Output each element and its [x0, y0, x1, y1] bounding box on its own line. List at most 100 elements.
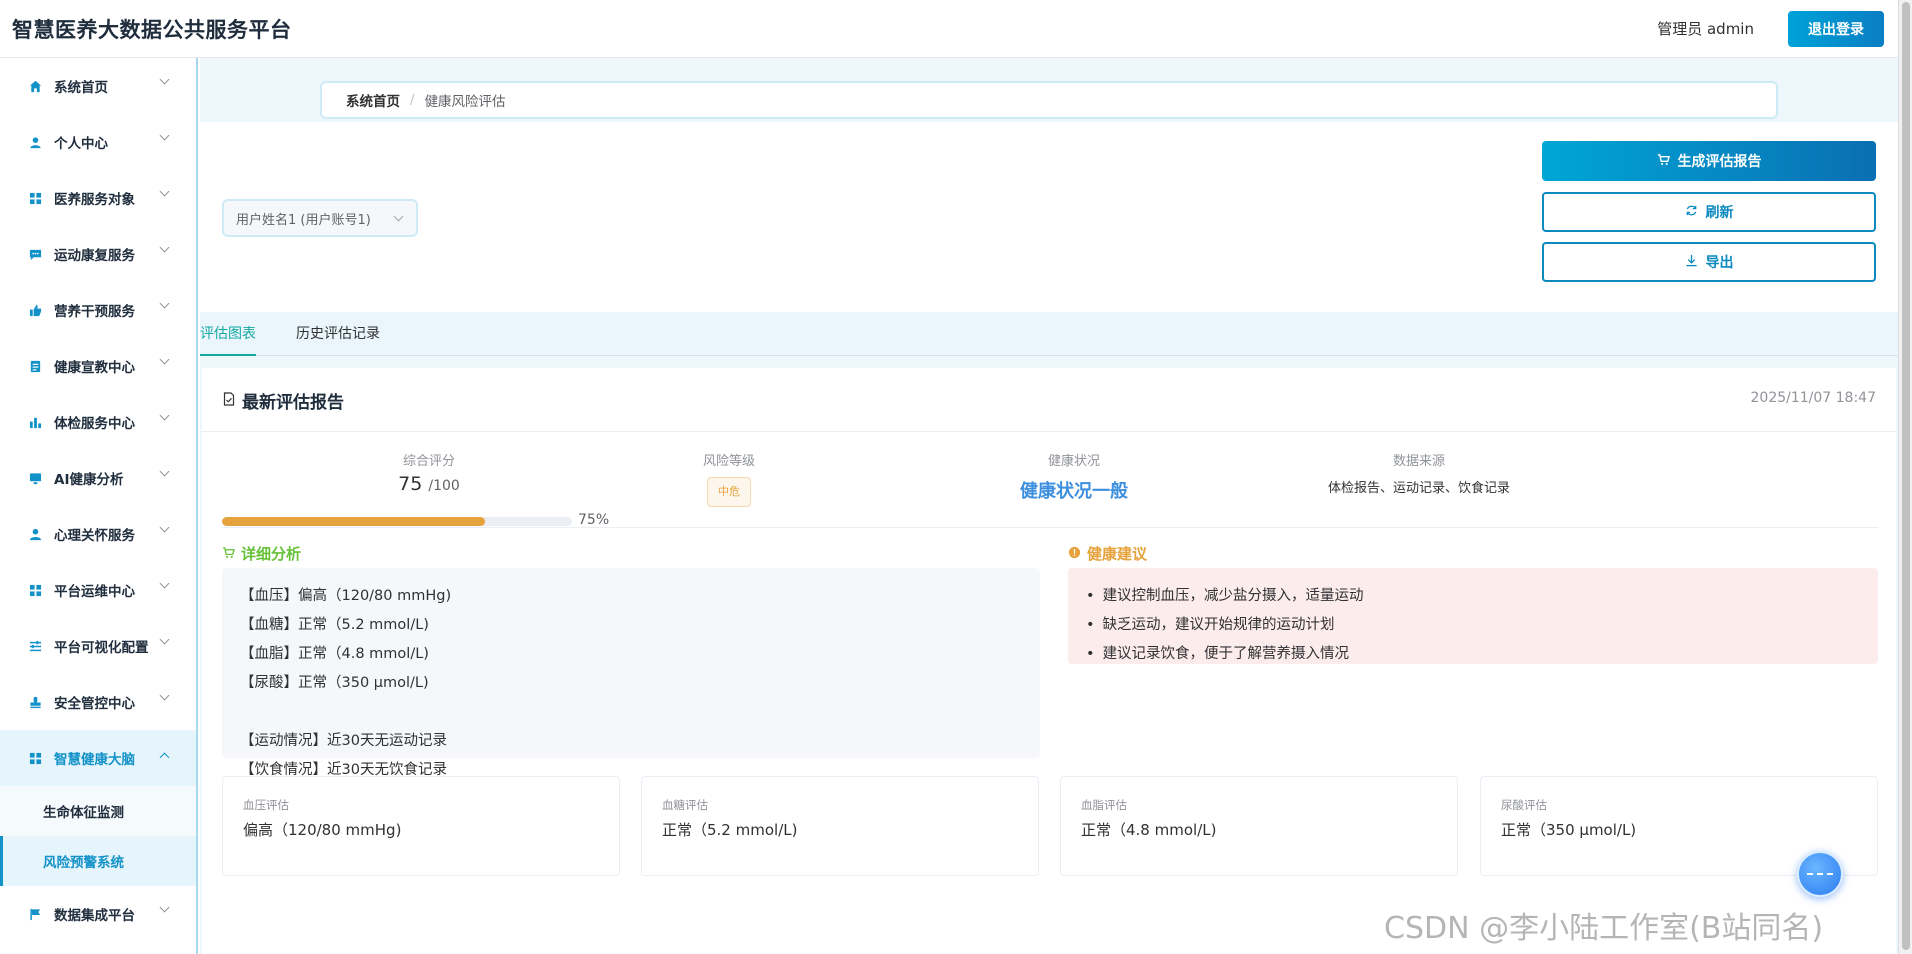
refresh-icon: [1685, 204, 1698, 221]
breadcrumb: 系统首页 / 健康风险评估: [320, 81, 1778, 119]
report-header: 最新评估报告 2025/11/07 18:47: [202, 368, 1896, 432]
sidebar-item-label: 安全管控中心: [54, 696, 135, 712]
logout-button[interactable]: 退出登录: [1788, 10, 1884, 47]
sidebar-item-mental-care[interactable]: 心理关怀服务: [0, 506, 196, 562]
eval-label: 血糖评估: [662, 798, 708, 812]
current-user: 管理员 admin: [1657, 20, 1754, 38]
sidebar-item-data-integration[interactable]: 数据集成平台: [0, 886, 196, 942]
analysis-box: 【血压】偏高（120/80 mmHg) 【血糖】正常（5.2 mmol/L) 【…: [222, 568, 1040, 778]
chevron-up-icon: [159, 752, 170, 763]
user-icon: [28, 135, 42, 149]
grid-icon: [28, 583, 42, 597]
advice-box: 建议控制血压，减少盐分摄入，适量运动 缺乏运动，建议开始规律的运动计划 建议记录…: [1068, 568, 1878, 664]
sliders-icon: [28, 639, 42, 653]
analysis-line: 【血脂】正常（4.8 mmol/L): [240, 646, 429, 662]
risk-level-badge: 中危: [707, 477, 751, 507]
chevron-down-icon: [159, 466, 170, 477]
tab-history[interactable]: 历史评估记录: [296, 312, 380, 356]
main-area: 系统首页 / 健康风险评估 用户姓名1 (用户账号1) 生成评估报告 刷新 导出…: [200, 58, 1898, 954]
top-header: 智慧医养大数据公共服务平台 管理员 admin 退出登录: [0, 0, 1898, 58]
home-icon: [28, 79, 42, 93]
eval-label: 尿酸评估: [1501, 798, 1547, 812]
sidebar-subitem-vitals[interactable]: 生命体征监测: [0, 786, 196, 836]
user-select-value: 用户姓名1 (用户账号1): [236, 212, 371, 228]
eval-value: 正常（350 μmol/L): [1501, 821, 1637, 839]
analysis-title-text: 详细分析: [241, 545, 302, 563]
sidebar-item-label: 营养干预服务: [54, 304, 135, 320]
analysis-line: 【尿酸】正常（350 μmol/L): [240, 675, 429, 691]
chevron-down-icon: [159, 354, 170, 365]
sidebar-item-ai-analysis[interactable]: AI健康分析: [0, 450, 196, 506]
analysis-title: 详细分析: [222, 543, 301, 564]
sidebar-item-label: 医养服务对象: [54, 192, 135, 208]
analysis-line: 【血压】偏高（120/80 mmHg): [240, 588, 452, 604]
export-label: 导出: [1705, 255, 1734, 271]
report-time: 2025/11/07 18:47: [1750, 390, 1877, 406]
evaluation-cards: 血压评估 偏高（120/80 mmHg) 血糖评估 正常（5.2 mmol/L)…: [222, 776, 1878, 876]
progress-fill: [222, 517, 485, 526]
tab-assessment-chart[interactable]: 评估图表: [200, 312, 256, 356]
sidebar-item-rehab[interactable]: 运动康复服务: [0, 226, 196, 282]
eval-card-blood-sugar: 血糖评估 正常（5.2 mmol/L): [641, 776, 1039, 876]
app-title: 智慧医养大数据公共服务平台: [12, 17, 292, 42]
sidebar-item-label: 系统首页: [54, 80, 108, 96]
export-button[interactable]: 导出: [1542, 242, 1876, 282]
advice-item: 建议控制血压，减少盐分摄入，适量运动: [1086, 582, 1860, 611]
sidebar-item-security[interactable]: 安全管控中心: [0, 674, 196, 730]
chevron-down-icon: [159, 634, 170, 645]
sidebar-item-label: AI健康分析: [54, 472, 124, 488]
sidebar-item-label: 健康宣教中心: [54, 360, 135, 376]
chevron-down-icon: [159, 690, 170, 701]
sidebar-item-health-brain[interactable]: 智慧健康大脑: [0, 730, 196, 786]
sidebar-item-profile[interactable]: 个人中心: [0, 114, 196, 170]
sidebar-item-education[interactable]: 健康宣教中心: [0, 338, 196, 394]
advice-item: 缺乏运动，建议开始规律的运动计划: [1086, 611, 1860, 640]
user-select[interactable]: 用户姓名1 (用户账号1): [222, 199, 418, 237]
eval-label: 血压评估: [243, 798, 289, 812]
tab-content: 最新评估报告 2025/11/07 18:47 综合评分 75 /100 75%…: [200, 356, 1898, 954]
header-right: 管理员 admin 退出登录: [1657, 10, 1884, 47]
analysis-spacer: [240, 698, 1022, 727]
chevron-down-icon: [159, 130, 170, 141]
person-icon: [28, 527, 42, 541]
metric-source: 数据来源 体检报告、运动记录、饮食记录: [1212, 450, 1626, 496]
flag-icon: [28, 907, 42, 921]
sidebar-item-ops[interactable]: 平台运维中心: [0, 562, 196, 618]
sidebar-subitem-risk-warning[interactable]: 风险预警系统: [0, 836, 196, 886]
score-progress: 75%: [222, 512, 622, 532]
scrollbar-thumb[interactable]: [1902, 2, 1910, 950]
download-icon: [1685, 254, 1698, 271]
chevron-down-icon: [159, 186, 170, 197]
score-number: 75: [398, 473, 423, 495]
thumb-icon: [28, 303, 42, 317]
sidebar-item-checkup[interactable]: 体检服务中心: [0, 394, 196, 450]
progress-percent: 75%: [578, 512, 610, 528]
chat-icon: [28, 247, 42, 261]
sidebar-item-label: 心理关怀服务: [54, 528, 135, 544]
cart-icon: [1657, 153, 1670, 170]
eval-value: 正常（5.2 mmol/L): [662, 821, 798, 839]
sidebar-item-visual-config[interactable]: 平台可视化配置: [0, 618, 196, 674]
generate-report-button[interactable]: 生成评估报告: [1542, 141, 1876, 181]
sidebar-item-home[interactable]: 系统首页: [0, 58, 196, 114]
breadcrumb-home[interactable]: 系统首页: [346, 90, 400, 110]
eval-value: 正常（4.8 mmol/L): [1081, 821, 1217, 839]
chevron-down-icon: [159, 902, 170, 913]
refresh-label: 刷新: [1705, 205, 1734, 221]
sidebar-item-label: 体检服务中心: [54, 416, 135, 432]
sidebar-item-nutrition[interactable]: 营养干预服务: [0, 282, 196, 338]
vertical-scrollbar[interactable]: [1898, 0, 1912, 954]
bar-chart-icon: [28, 415, 42, 429]
breadcrumb-current: 健康风险评估: [424, 94, 506, 110]
refresh-button[interactable]: 刷新: [1542, 192, 1876, 232]
dash-icon: [1807, 873, 1833, 875]
sidebar-item-care-objects[interactable]: 医养服务对象: [0, 170, 196, 226]
stamp-icon: [28, 695, 42, 709]
grid-icon: [28, 191, 42, 205]
chevron-down-icon: [159, 74, 170, 85]
generate-report-label: 生成评估报告: [1677, 154, 1762, 170]
floating-assistant-button[interactable]: [1797, 851, 1843, 897]
report-card: 最新评估报告 2025/11/07 18:47 综合评分 75 /100 75%…: [202, 368, 1896, 954]
sidebar-item-label: 数据集成平台: [54, 908, 135, 924]
progress-track: [222, 517, 572, 526]
